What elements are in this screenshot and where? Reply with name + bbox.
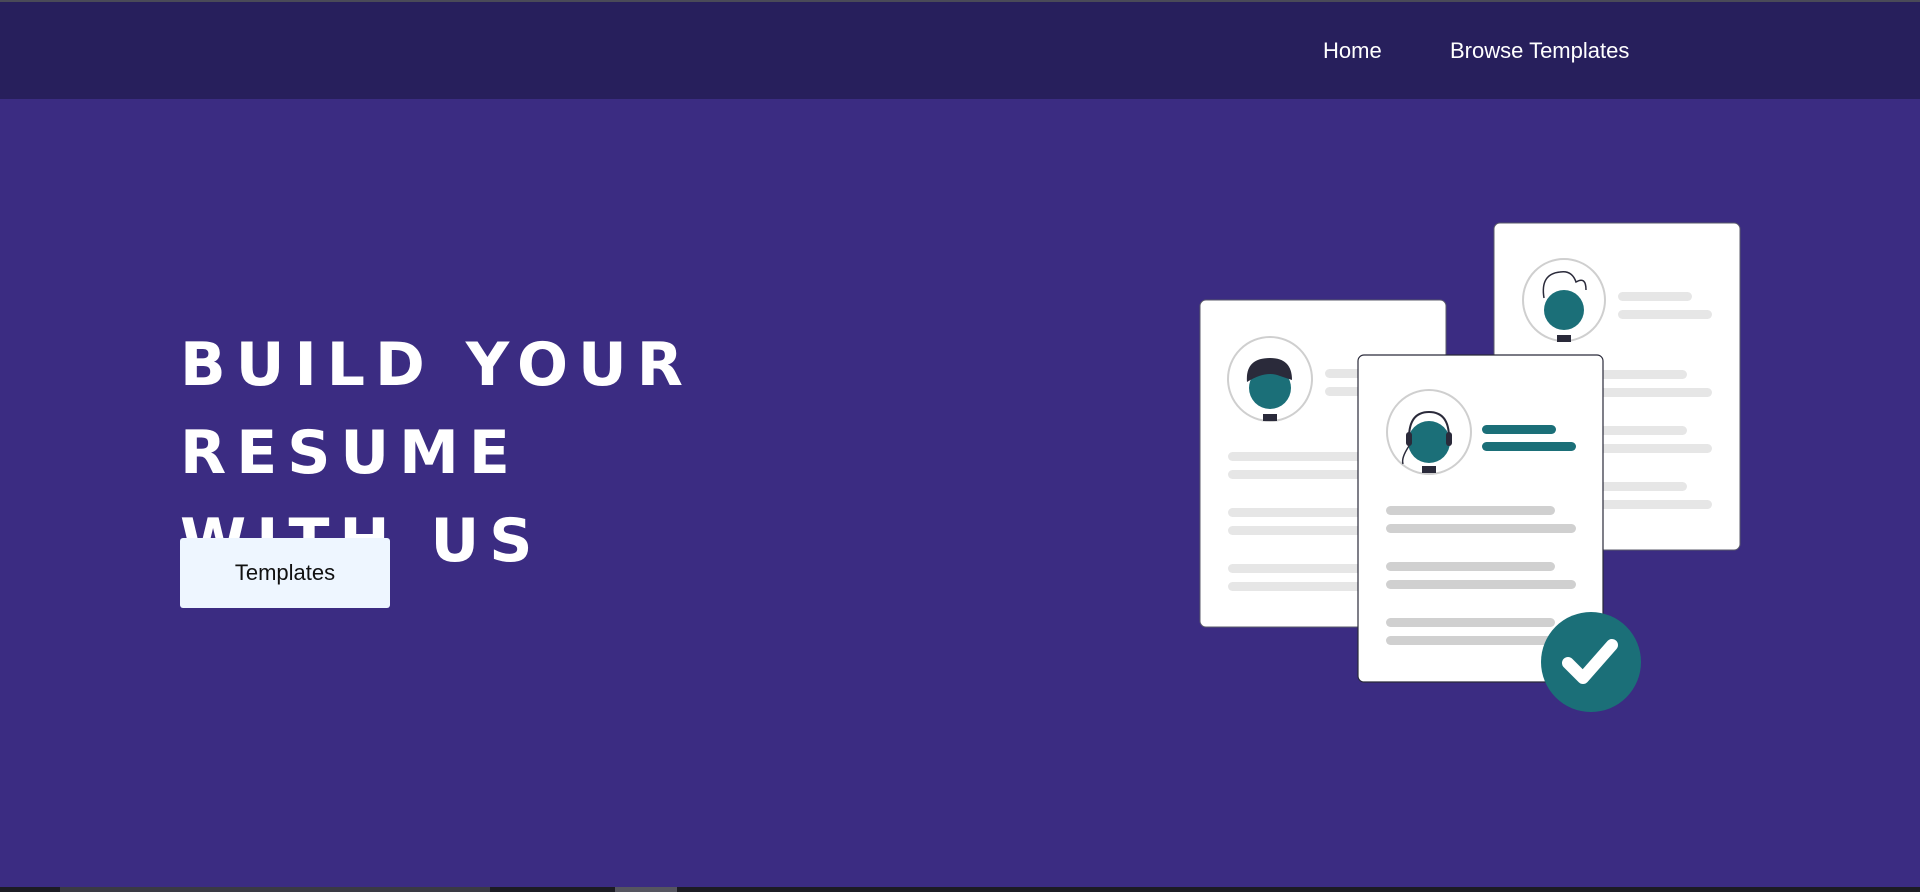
checkmark-icon [1541, 612, 1641, 712]
nav-browse-templates-link[interactable]: Browse Templates [1450, 38, 1629, 64]
scrollbar-segment [60, 887, 490, 892]
hero-title-line-1: BUILD YOUR RESUME [180, 330, 693, 488]
templates-button[interactable]: Templates [180, 538, 390, 608]
resume-illustration [1199, 222, 1741, 712]
bottom-scrollbar [0, 887, 1920, 892]
scrollbar-thumb[interactable] [615, 887, 677, 892]
top-navbar: Home Browse Templates [0, 0, 1920, 99]
nav-home-link[interactable]: Home [1323, 38, 1382, 64]
